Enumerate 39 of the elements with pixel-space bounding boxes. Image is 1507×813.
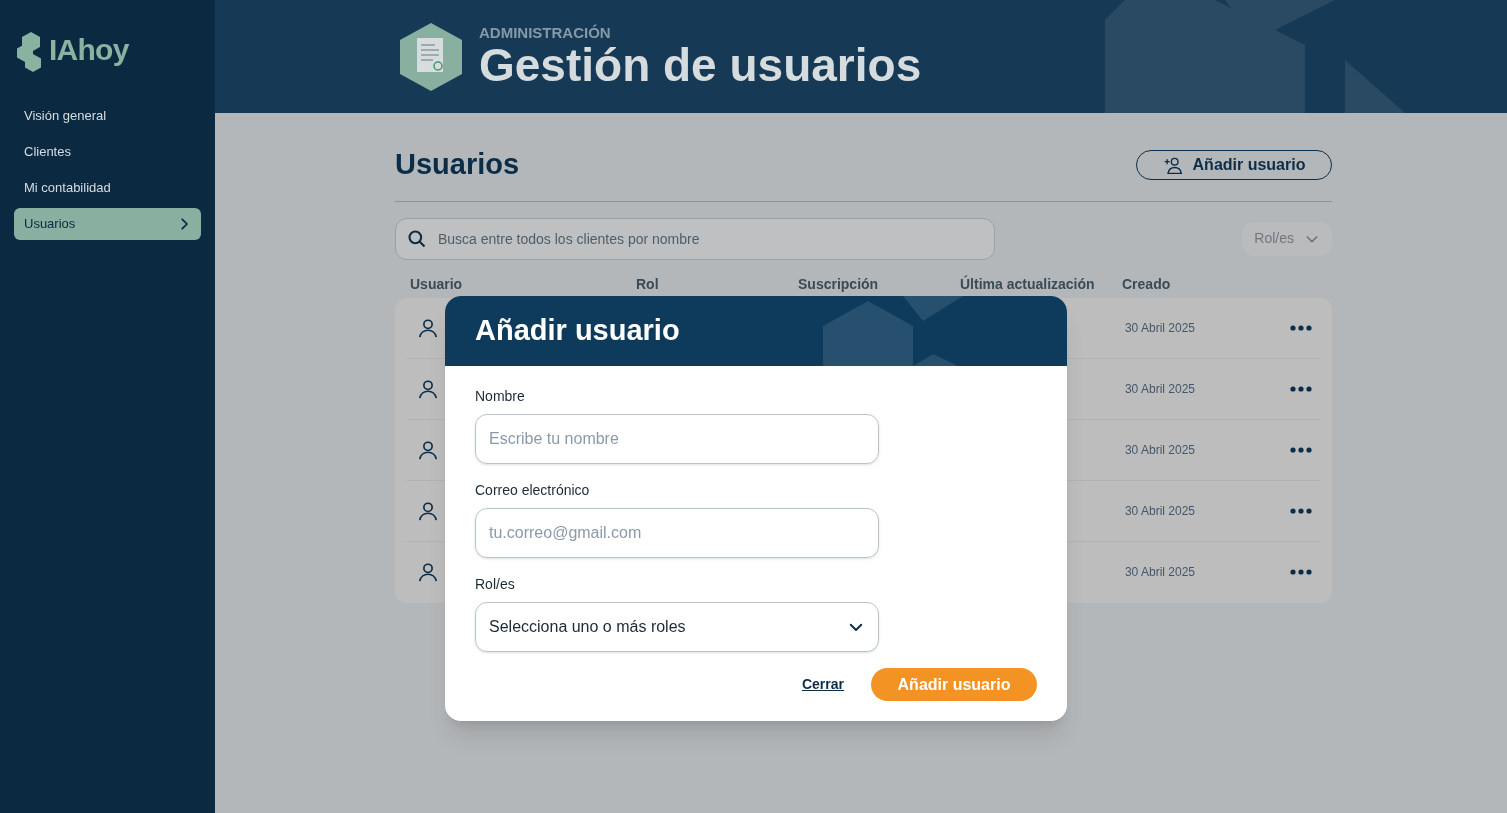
more-options-icon[interactable]	[1290, 507, 1312, 514]
roles-select[interactable]: Selecciona uno o más roles	[475, 602, 879, 652]
more-options-icon[interactable]	[1290, 385, 1312, 392]
column-header: Última actualización	[960, 274, 1096, 294]
sidebar-item[interactable]: Visión general	[14, 100, 201, 132]
field-label: Nombre	[475, 387, 526, 406]
field-label: Rol/es	[475, 575, 516, 594]
search-icon	[407, 228, 427, 249]
sidebar-item[interactable]: Clientes	[14, 136, 201, 168]
user-icon	[417, 438, 439, 461]
table-cell-text: 30 Abril 2025	[1124, 380, 1195, 398]
table-cell-text: 30 Abril 2025	[1124, 319, 1195, 337]
table-cell-text: 30 Abril 2025	[1124, 564, 1195, 581]
brand-name: IAhoy	[49, 35, 129, 65]
user-icon	[417, 561, 439, 583]
invoice-icon	[397, 20, 465, 93]
column-header: Suscripción	[798, 275, 880, 294]
sidebar-item[interactable]: Mi contabilidad	[14, 172, 201, 204]
input-field[interactable]: tu.correo@gmail.com	[475, 508, 879, 558]
column-header: Rol	[636, 275, 660, 294]
more-options-icon[interactable]	[1290, 446, 1312, 453]
section-title: Usuarios	[395, 147, 520, 182]
sidebar-item[interactable]: Usuarios	[14, 208, 201, 240]
input-field[interactable]: Escribe tu nombre	[475, 414, 879, 464]
more-options-icon[interactable]	[1290, 324, 1312, 331]
user-icon	[417, 377, 439, 400]
column-header: Usuario	[410, 275, 464, 294]
table-cell-text: 30 Abril 2025	[1124, 441, 1195, 459]
modal-title: Añadir usuario	[475, 313, 680, 349]
table-cell-text: 30 Abril 2025	[1124, 502, 1195, 520]
header-eyebrow: ADMINISTRACIÓN	[479, 25, 612, 40]
close-link[interactable]: Cerrar	[801, 674, 844, 695]
search-field[interactable]: Busca entre todos los clientes por nombre	[395, 217, 995, 260]
page-header-title: Gestión de usuarios	[479, 42, 922, 88]
user-icon	[417, 316, 439, 339]
more-options-icon[interactable]	[1290, 569, 1312, 575]
user-icon	[417, 499, 439, 522]
column-header: Creado	[1122, 275, 1172, 294]
field-label: Correo electrónico	[475, 481, 591, 500]
